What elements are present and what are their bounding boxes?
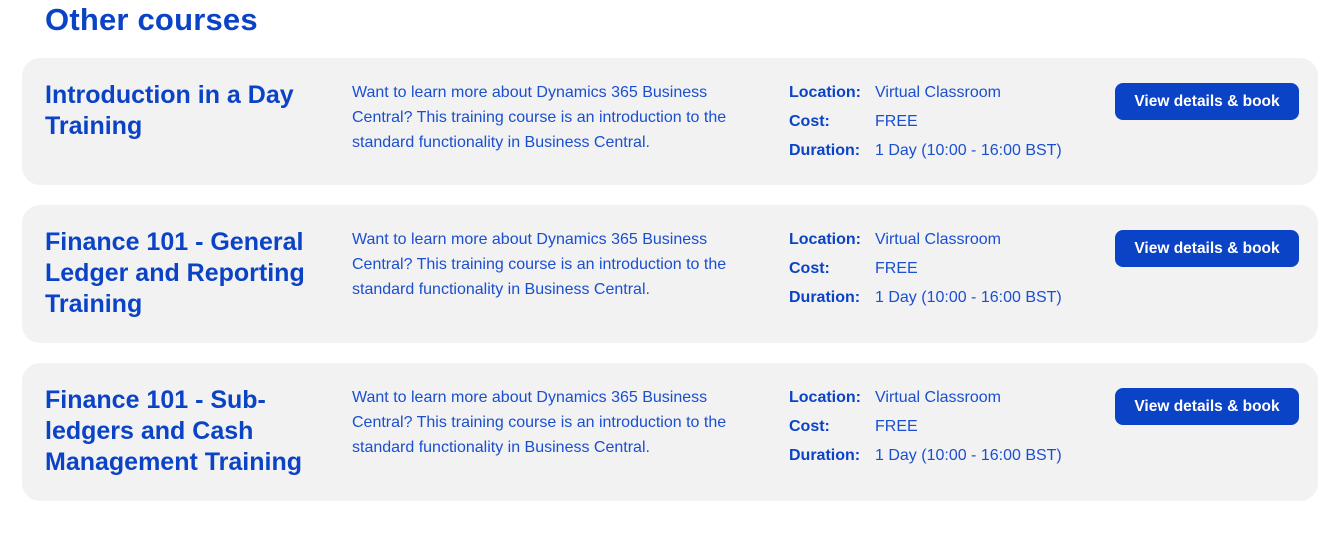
cost-row: Cost: FREE [789,414,1109,443]
duration-label: Duration: [789,447,861,464]
course-title[interactable]: Finance 101 - General Ledger and Reporti… [45,227,340,320]
duration-row: Duration: 1 Day (10:00 - 16:00 BST) [789,285,1109,314]
course-card: Finance 101 - General Ledger and Reporti… [22,205,1318,343]
cost-value: FREE [875,418,918,435]
view-details-book-button[interactable]: View details & book [1115,388,1299,425]
course-meta: Location: Virtual Classroom Cost: FREE D… [789,227,1109,314]
cost-row: Cost: FREE [789,256,1109,285]
location-row: Location: Virtual Classroom [789,385,1109,414]
course-description: Want to learn more about Dynamics 365 Bu… [352,84,727,151]
location-row: Location: Virtual Classroom [789,80,1109,109]
course-meta: Location: Virtual Classroom Cost: FREE D… [789,80,1109,167]
course-description: Want to learn more about Dynamics 365 Bu… [352,231,727,298]
duration-value: 1 Day (10:00 - 16:00 BST) [875,289,1062,306]
course-list: Introduction in a Day Training Want to l… [22,58,1318,521]
cost-row: Cost: FREE [789,109,1109,138]
duration-value: 1 Day (10:00 - 16:00 BST) [875,142,1062,159]
cost-value: FREE [875,260,918,277]
cost-label: Cost: [789,260,830,277]
duration-label: Duration: [789,289,861,306]
duration-label: Duration: [789,142,861,159]
view-details-book-button[interactable]: View details & book [1115,83,1299,120]
cost-label: Cost: [789,113,830,130]
location-value: Virtual Classroom [875,231,1001,248]
cost-value: FREE [875,113,918,130]
cost-label: Cost: [789,418,830,435]
location-row: Location: Virtual Classroom [789,227,1109,256]
location-value: Virtual Classroom [875,84,1001,101]
location-label: Location: [789,231,861,248]
course-title[interactable]: Finance 101 - Sub-ledgers and Cash Manag… [45,385,340,478]
location-label: Location: [789,84,861,101]
course-description: Want to learn more about Dynamics 365 Bu… [352,389,727,456]
section-title: Other courses [45,2,258,37]
duration-value: 1 Day (10:00 - 16:00 BST) [875,447,1062,464]
course-card: Finance 101 - Sub-ledgers and Cash Manag… [22,363,1318,501]
view-details-book-button[interactable]: View details & book [1115,230,1299,267]
course-title[interactable]: Introduction in a Day Training [45,80,340,142]
location-value: Virtual Classroom [875,389,1001,406]
duration-row: Duration: 1 Day (10:00 - 16:00 BST) [789,138,1109,167]
course-meta: Location: Virtual Classroom Cost: FREE D… [789,385,1109,472]
location-label: Location: [789,389,861,406]
course-card: Introduction in a Day Training Want to l… [22,58,1318,185]
duration-row: Duration: 1 Day (10:00 - 16:00 BST) [789,443,1109,472]
